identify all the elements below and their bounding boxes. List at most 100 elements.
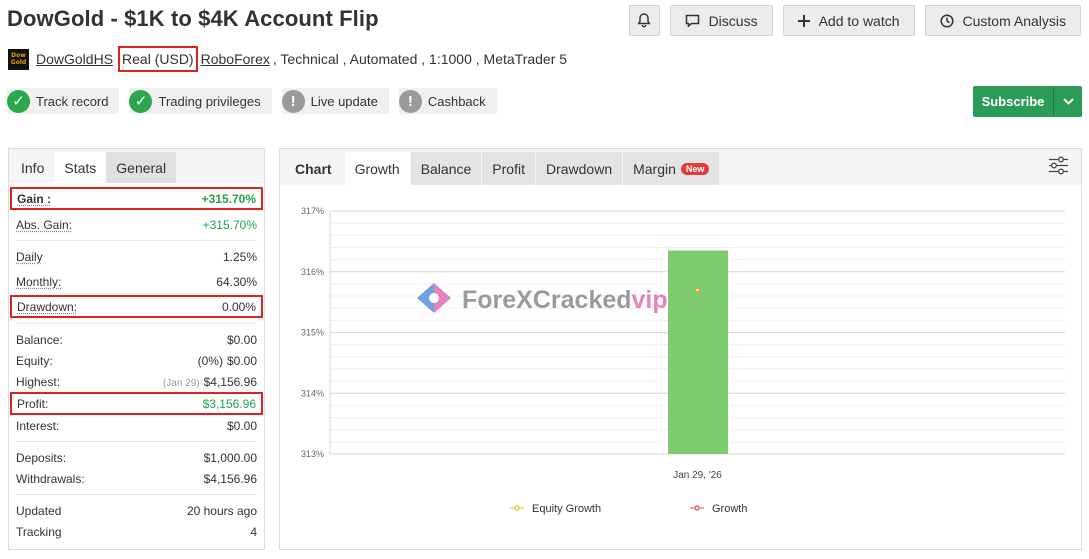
new-badge: New [680, 162, 710, 175]
custom-analysis-label: Custom Analysis [962, 12, 1066, 29]
logo-line1: Dow [11, 51, 26, 59]
stat-balance: Balance: $0.00 [16, 329, 257, 350]
y-tick-label: 314% [301, 388, 324, 398]
stat-highest: Highest: (Jan 29) $4,156.96 [16, 371, 257, 392]
stat-value: 0.00% [221, 299, 256, 314]
watermark-main: ForeXCracked [462, 286, 632, 314]
discuss-button[interactable]: Discuss [669, 5, 773, 36]
stat-label[interactable]: Gain : [17, 192, 51, 206]
divider [16, 441, 257, 442]
discuss-label: Discuss [708, 12, 758, 29]
tab-balance[interactable]: Balance [410, 152, 482, 185]
stat-daily: Daily 1.25% [16, 246, 257, 267]
tab-margin[interactable]: Margin New [623, 152, 720, 185]
stat-value: $0.00 [226, 332, 257, 347]
stat-label: Deposits: [16, 450, 67, 465]
watermark-text: ForeXCrackedvip [462, 286, 668, 314]
badge-label: Live update [310, 93, 378, 109]
x-tick-label: Jan 29, '26 [673, 470, 722, 481]
stat-drawdown: Drawdown: 0.00% [10, 295, 263, 318]
stat-value: $4,156.96 [203, 471, 257, 486]
notification-button[interactable] [628, 5, 660, 36]
growth-chart: 313% 314% 315% 316% 317% Jan 29, '26 ForeXCr… [301, 206, 1065, 515]
stat-label[interactable]: Abs. Gain: [16, 218, 72, 232]
growth-bar[interactable] [668, 250, 728, 454]
stat-label: Highest: [16, 374, 61, 389]
exclamation-icon: ! [281, 89, 305, 113]
divider [16, 494, 257, 495]
subscribe-button[interactable]: Subscribe [973, 86, 1054, 117]
stat-abs-gain: Abs. Gain: +315.70% [16, 214, 257, 235]
stat-label: Updated [16, 503, 62, 518]
stat-profit: Profit: $3,156.96 [10, 392, 263, 415]
tab-profit[interactable]: Profit [482, 152, 535, 185]
add-to-watch-button[interactable]: Add to watch [782, 5, 915, 36]
stat-label[interactable]: Daily [16, 250, 43, 264]
stat-label[interactable]: Monthly: [16, 275, 61, 289]
stat-withdrawals: Withdrawals: $4,156.96 [16, 468, 257, 489]
tab-margin-label: Margin [633, 160, 676, 177]
stat-monthly: Monthly: 64.30% [16, 271, 257, 292]
subscribe-dropdown[interactable] [1054, 86, 1082, 117]
account-type: Real (USD) [118, 46, 198, 72]
watermark-accent: vip [632, 286, 668, 314]
broker-link[interactable]: RoboForex [201, 51, 270, 67]
legend-label[interactable]: Equity Growth [532, 503, 601, 515]
plus-icon [797, 14, 810, 27]
stat-sub: (Jan 29) [162, 377, 200, 389]
stat-sub: (0%) [197, 353, 223, 368]
stat-label: Profit: [17, 396, 49, 411]
stat-value: $0.00 [226, 353, 257, 368]
tab-info[interactable]: Info [11, 152, 55, 183]
badge-label: Cashback [427, 93, 486, 109]
y-axis-ticks: 313% 314% 315% 316% 317% [301, 206, 324, 459]
badge-label: Trading privileges [158, 93, 261, 109]
add-to-watch-label: Add to watch [818, 12, 900, 29]
custom-analysis-button[interactable]: Custom Analysis [924, 5, 1081, 36]
badge-trading-privileges[interactable]: ✓ Trading privileges [129, 88, 272, 114]
stats-rows: Gain : +315.70% Abs. Gain: +315.70% Dail… [9, 187, 264, 542]
watermark: ForeXCrackedvip [417, 283, 668, 314]
system-logo: Dow Gold [8, 48, 29, 70]
tab-drawdown[interactable]: Drawdown [535, 152, 623, 185]
stat-value: $1,000.00 [203, 450, 257, 465]
divider [16, 323, 257, 324]
equity-growth-point[interactable] [695, 287, 700, 293]
stat-label[interactable]: Drawdown: [17, 300, 77, 314]
stat-gain: Gain : +315.70% [10, 187, 263, 210]
badge-track-record[interactable]: ✓ Track record [7, 88, 120, 114]
stat-value: 1.25% [222, 249, 257, 264]
tab-general[interactable]: General [106, 152, 177, 183]
legend-marker [694, 505, 700, 511]
system-tags: , Technical , Automated , 1:1000 , MetaT… [272, 51, 568, 67]
stat-interest: Interest: $0.00 [16, 415, 257, 436]
y-tick-label: 315% [301, 328, 324, 338]
author-link[interactable]: DowGoldHS [36, 51, 113, 67]
check-icon: ✓ [129, 89, 153, 113]
stat-value: +315.70% [202, 217, 257, 232]
badge-cashback[interactable]: ! Cashback [398, 88, 497, 114]
bell-icon [637, 13, 651, 28]
legend-label[interactable]: Growth [712, 503, 747, 515]
comment-icon [685, 14, 699, 28]
chart-points [695, 287, 700, 293]
y-tick-label: 317% [301, 206, 324, 216]
badge-live-update[interactable]: ! Live update [281, 88, 389, 114]
stat-value: 20 hours ago [186, 503, 257, 518]
logo-line2: Gold [10, 58, 27, 66]
x-axis-ticks: Jan 29, '26 [673, 470, 722, 481]
subscribe-button-group: Subscribe [973, 86, 1082, 117]
y-tick-label: 316% [301, 267, 324, 277]
tab-stats[interactable]: Stats [54, 152, 107, 183]
chart-bars [668, 250, 728, 454]
y-tick-label: 313% [301, 449, 324, 459]
stat-label: Interest: [16, 418, 60, 433]
chart-settings-button[interactable] [1048, 156, 1069, 178]
badge-label: Track record [36, 93, 109, 109]
stat-label: Equity: [16, 353, 53, 368]
stat-value: $3,156.96 [202, 396, 256, 411]
chart-legend: Equity Growth Growth [510, 503, 747, 515]
stat-tracking: Tracking 4 [16, 521, 257, 542]
stat-value: $4,156.96 [203, 374, 257, 389]
tab-growth[interactable]: Growth [344, 152, 410, 185]
